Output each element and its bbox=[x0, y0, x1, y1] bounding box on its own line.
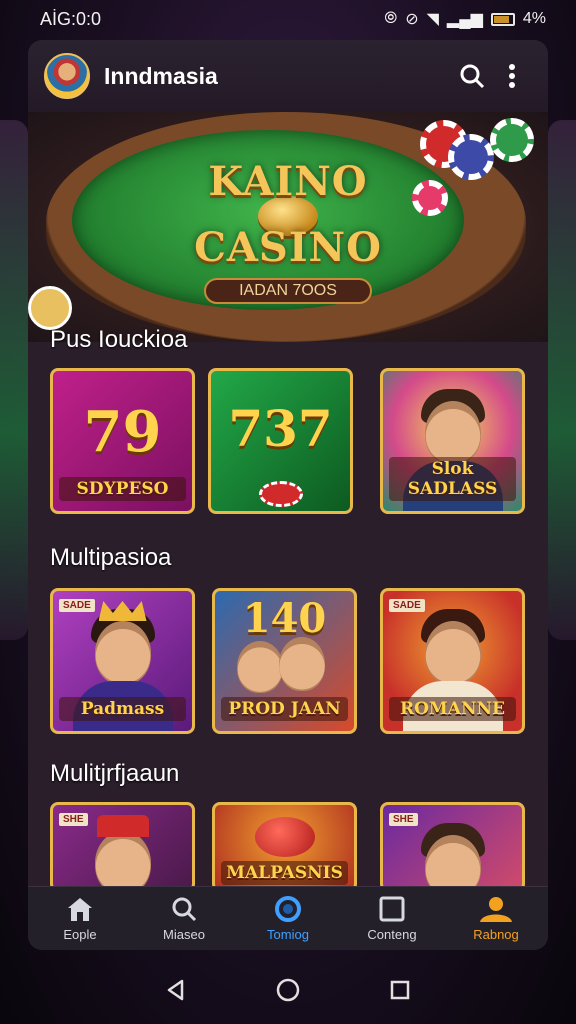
hero-title-line2: CASINO bbox=[194, 224, 382, 271]
nav-item-profile[interactable]: Rabnog bbox=[448, 895, 544, 942]
slot-number: 79 bbox=[83, 399, 162, 465]
app-window: Inndmasia KAINO CASINO IADAN 7OOS Pus Io… bbox=[28, 40, 548, 950]
signal-icon: ▂▄▆ bbox=[446, 11, 483, 28]
search-icon bbox=[172, 897, 197, 922]
battery-icon bbox=[490, 12, 515, 26]
wifi-icon: ◥ bbox=[426, 11, 439, 28]
character-face bbox=[424, 401, 481, 465]
battery-percent: 4% bbox=[522, 10, 546, 27]
hero-badge: IADAN 7OOS bbox=[204, 278, 372, 304]
card-number: 140 bbox=[242, 595, 327, 642]
card-tag: SADE bbox=[59, 599, 95, 612]
status-bar: AİG:0:0 ⦾ ⊘ ◥ ▂▄▆ 4% bbox=[0, 0, 576, 38]
profile-icon bbox=[480, 897, 512, 922]
game-card-malpasnis[interactable]: MALPASNIS bbox=[212, 802, 357, 892]
background-decoration-left bbox=[0, 120, 28, 640]
game-card-slot-737[interactable]: 737 bbox=[208, 368, 353, 514]
nav-item-circle[interactable]: Tomiog bbox=[240, 895, 336, 942]
slot-number: 737 bbox=[228, 399, 333, 458]
app-bar: Inndmasia bbox=[28, 40, 548, 112]
card-tag: SADE bbox=[389, 599, 425, 612]
app-title: Inndmasia bbox=[104, 62, 218, 89]
mute-icon: ⊘ bbox=[405, 11, 419, 28]
recents-button[interactable] bbox=[380, 970, 420, 1010]
nfc-icon: ⦾ bbox=[384, 10, 398, 27]
character-face bbox=[424, 621, 481, 685]
background-decoration-right bbox=[548, 120, 576, 640]
bottom-navigation: Eople Miaseo Tomiog Conteng Rabnog bbox=[28, 886, 548, 950]
game-card-label: ROMANNE bbox=[389, 697, 516, 721]
search-button[interactable] bbox=[452, 56, 492, 96]
game-card-partial[interactable]: SHE bbox=[50, 802, 195, 892]
section-title: Multipasioa bbox=[50, 544, 172, 571]
circle-icon bbox=[275, 896, 301, 922]
search-icon bbox=[460, 64, 485, 89]
game-card-slot-79[interactable]: 79 SDYPESO bbox=[50, 368, 195, 514]
nav-item-home[interactable]: Eople bbox=[32, 895, 128, 942]
nav-label: Conteng bbox=[367, 927, 417, 942]
red-orb-icon bbox=[254, 817, 315, 857]
section-title: Pus Iouckioa bbox=[50, 326, 188, 353]
game-card-label: Padmass bbox=[59, 697, 186, 721]
game-card-label: SDYPESO bbox=[59, 477, 186, 501]
home-button[interactable] bbox=[268, 970, 308, 1010]
back-button[interactable] bbox=[156, 970, 196, 1010]
back-triangle-icon bbox=[167, 979, 184, 1000]
game-card-prod-jaan[interactable]: 140 PROD JAAN bbox=[212, 588, 357, 734]
status-icons: ⦾ ⊘ ◥ ▂▄▆ 4% bbox=[384, 9, 546, 29]
poker-chip-icon bbox=[490, 118, 534, 162]
game-card-label: MALPASNIS bbox=[221, 861, 348, 885]
character-face bbox=[94, 831, 151, 889]
home-circle-icon bbox=[276, 978, 300, 1001]
nav-item-search[interactable]: Miaseo bbox=[136, 895, 232, 942]
phone-screen: AİG:0:0 ⦾ ⊘ ◥ ▂▄▆ 4% Inndmasia KAINO CAS… bbox=[0, 0, 576, 1024]
system-navigation-bar bbox=[0, 955, 576, 1024]
character-face bbox=[237, 641, 284, 693]
poker-chip-icon bbox=[448, 134, 494, 180]
recents-square-icon bbox=[390, 980, 410, 999]
hero-banner[interactable]: KAINO CASINO IADAN 7OOS bbox=[28, 112, 548, 342]
crown-icon bbox=[96, 815, 149, 837]
poker-chip-icon bbox=[412, 180, 448, 216]
nav-label: Miaseo bbox=[163, 927, 205, 942]
game-card-partial[interactable]: SHE bbox=[380, 802, 525, 892]
card-tag: SHE bbox=[389, 813, 418, 826]
game-card-label: Slok SADLASS bbox=[389, 457, 516, 501]
crown-icon bbox=[98, 601, 147, 621]
nav-item-square[interactable]: Conteng bbox=[344, 895, 440, 942]
game-card-romanne[interactable]: SADE ROMANNE bbox=[380, 588, 525, 734]
more-vertical-icon bbox=[509, 64, 515, 88]
more-options-button[interactable] bbox=[492, 56, 532, 96]
nav-label: Tomiog bbox=[267, 927, 309, 942]
character-face bbox=[278, 637, 325, 691]
nav-label: Rabnog bbox=[473, 927, 519, 942]
section-title: Mulitjrfjaaun bbox=[50, 760, 180, 787]
poker-chip-icon bbox=[28, 286, 72, 330]
square-icon bbox=[379, 896, 405, 922]
game-card-label: PROD JAAN bbox=[221, 697, 348, 721]
poker-chip-icon bbox=[258, 481, 303, 507]
avatar[interactable] bbox=[44, 53, 90, 99]
game-card-slok-sadlass[interactable]: Slok SADLASS bbox=[380, 368, 525, 514]
nav-label: Eople bbox=[63, 927, 97, 942]
game-card-padmass[interactable]: SADE Padmass bbox=[50, 588, 195, 734]
character-face bbox=[94, 621, 151, 685]
character-face bbox=[424, 835, 481, 889]
home-icon bbox=[68, 898, 92, 921]
card-tag: SHE bbox=[59, 813, 88, 826]
status-time: AİG:0:0 bbox=[40, 8, 102, 29]
